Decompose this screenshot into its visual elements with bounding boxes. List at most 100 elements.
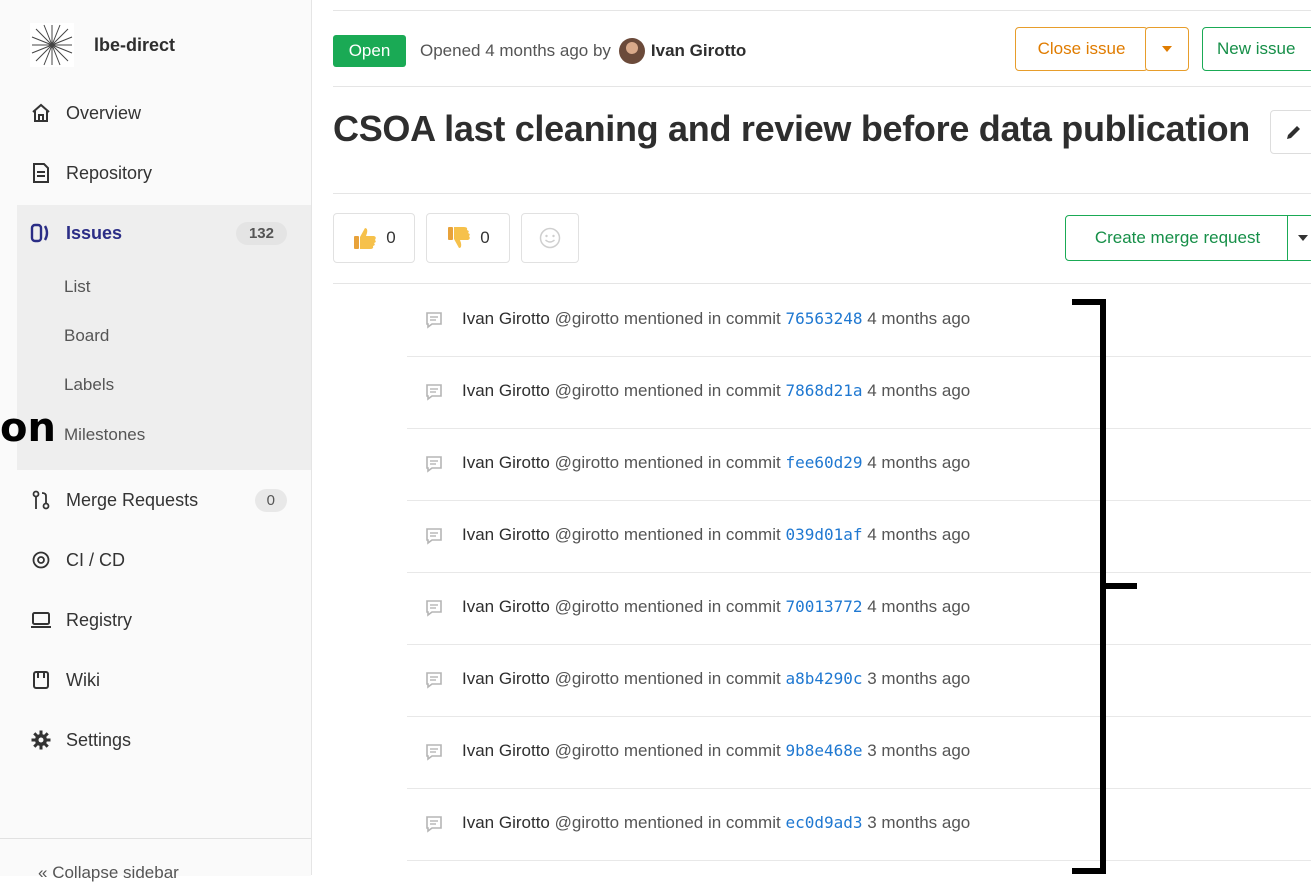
annotation-bracket: [1072, 299, 1137, 874]
project-avatar-icon: [30, 23, 74, 67]
sidebar-subitem-list[interactable]: List: [64, 277, 90, 297]
note-action: mentioned in commit: [623, 741, 781, 760]
add-reaction-button[interactable]: [521, 213, 579, 263]
note-text: Ivan Girotto @girotto mentioned in commi…: [462, 741, 970, 761]
commit-link[interactable]: a8b4290c: [785, 669, 862, 688]
note-author-link[interactable]: Ivan Girotto: [462, 669, 550, 688]
author-name-link[interactable]: Ivan Girotto: [651, 41, 746, 61]
commit-link[interactable]: 76563248: [785, 309, 862, 328]
collapse-sidebar-text: Collapse sidebar: [52, 863, 179, 882]
gear-icon: [30, 729, 52, 751]
opened-info: Opened 4 months ago by Ivan Girotto: [420, 38, 746, 64]
note-author-link[interactable]: Ivan Girotto: [462, 453, 550, 472]
note-text: Ivan Girotto @girotto mentioned in commi…: [462, 309, 970, 329]
note-item: Ivan Girotto @girotto mentioned in commi…: [407, 788, 1311, 861]
sidebar-item-registry[interactable]: Registry: [0, 592, 311, 648]
sidebar-item-label: Wiki: [66, 669, 100, 690]
top-divider: [333, 10, 1311, 11]
note-text: Ivan Girotto @girotto mentioned in commi…: [462, 525, 970, 545]
commit-link[interactable]: fee60d29: [785, 453, 862, 472]
collapse-sidebar-button[interactable]: « Collapse sidebar: [0, 838, 311, 882]
create-merge-request-button[interactable]: Create merge request: [1065, 215, 1290, 261]
project-name[interactable]: lbe-direct: [94, 35, 175, 56]
sidebar-item-label: Issues: [66, 222, 123, 243]
sidebar-item-repository[interactable]: Repository: [0, 145, 311, 201]
close-issue-dropdown-button[interactable]: [1145, 27, 1189, 71]
sidebar-item-label: Merge Requests: [66, 489, 199, 510]
pencil-icon: [1287, 126, 1300, 139]
comment-icon: [426, 456, 442, 473]
thumbs-up-award-button[interactable]: 0: [333, 213, 415, 263]
comment-icon: [426, 384, 442, 401]
comment-icon: [426, 528, 442, 545]
sidebar-item-ci-cd[interactable]: CI / CD: [0, 532, 311, 588]
note-author-link[interactable]: Ivan Girotto: [462, 381, 550, 400]
sidebar-item-settings[interactable]: Settings: [0, 712, 311, 768]
note-action: mentioned in commit: [623, 309, 781, 328]
note-time: 4 months ago: [867, 597, 971, 616]
sidebar-subitem-board[interactable]: Board: [64, 326, 109, 346]
note-author-handle[interactable]: @girotto: [555, 453, 620, 472]
note-author-link[interactable]: Ivan Girotto: [462, 741, 550, 760]
note-author-handle[interactable]: @girotto: [555, 813, 620, 832]
comment-icon: [426, 816, 442, 833]
note-item: Ivan Girotto @girotto mentioned in commi…: [407, 284, 1311, 357]
commit-link[interactable]: 7868d21a: [785, 381, 862, 400]
note-time: 4 months ago: [867, 453, 971, 472]
sidebar-item-issues[interactable]: Issues 132: [0, 205, 311, 261]
sidebar-item-label: Registry: [66, 609, 133, 630]
book-icon: [30, 669, 52, 691]
sidebar-item-overview[interactable]: Overview: [0, 85, 311, 141]
note-item: Ivan Girotto @girotto mentioned in commi…: [407, 428, 1311, 501]
note-action: mentioned in commit: [623, 669, 781, 688]
sidebar-item-label: CI / CD: [66, 549, 126, 570]
project-header[interactable]: lbe-direct: [30, 20, 175, 70]
note-action: mentioned in commit: [623, 525, 781, 544]
edit-title-button[interactable]: [1270, 110, 1311, 154]
comment-icon: [426, 600, 442, 617]
issue-title: CSOA last cleaning and review before dat…: [333, 108, 1250, 149]
sidebar-subitem-labels[interactable]: Labels: [64, 375, 114, 395]
caret-down-icon: [1298, 235, 1308, 241]
comment-icon: [426, 312, 442, 329]
sidebar-item-merge-requests[interactable]: Merge Requests 0: [0, 472, 311, 528]
status-badge: Open: [333, 35, 406, 67]
note-text: Ivan Girotto @girotto mentioned in commi…: [462, 381, 970, 401]
note-text: Ivan Girotto @girotto mentioned in commi…: [462, 597, 970, 617]
note-item: Ivan Girotto @girotto mentioned in commi…: [407, 356, 1311, 429]
thumbs-up-count: 0: [386, 228, 396, 247]
note-author-handle[interactable]: @girotto: [555, 381, 620, 400]
close-issue-button[interactable]: Close issue: [1015, 27, 1148, 71]
merge-request-icon: [30, 489, 52, 511]
note-author-handle[interactable]: @girotto: [555, 741, 620, 760]
commit-link[interactable]: 70013772: [785, 597, 862, 616]
note-text: Ivan Girotto @girotto mentioned in commi…: [462, 813, 970, 833]
rocket-icon: [30, 549, 52, 571]
commit-link[interactable]: 039d01af: [785, 525, 862, 544]
note-author-link[interactable]: Ivan Girotto: [462, 813, 550, 832]
sidebar-item-label: Overview: [66, 102, 142, 123]
sidebar-subitem-milestones[interactable]: Milestones: [64, 425, 145, 445]
note-time: 3 months ago: [867, 741, 971, 760]
note-item: Ivan Girotto @girotto mentioned in commi…: [407, 644, 1311, 717]
note-author-link[interactable]: Ivan Girotto: [462, 597, 550, 616]
thumbs-down-icon: [448, 227, 471, 248]
note-author-link[interactable]: Ivan Girotto: [462, 309, 550, 328]
note-author-handle[interactable]: @girotto: [555, 309, 620, 328]
thumbs-up-icon: [354, 228, 377, 249]
author-avatar[interactable]: [618, 38, 645, 64]
merge-request-dropdown-button[interactable]: [1287, 215, 1311, 261]
note-time: 4 months ago: [867, 381, 971, 400]
note-author-handle[interactable]: @girotto: [555, 525, 620, 544]
thumbs-down-award-button[interactable]: 0: [426, 213, 510, 263]
sidebar-item-wiki[interactable]: Wiki: [0, 652, 311, 708]
note-author-handle[interactable]: @girotto: [555, 669, 620, 688]
new-issue-button[interactable]: New issue: [1202, 27, 1311, 71]
caret-down-icon: [1162, 46, 1172, 52]
commit-link[interactable]: ec0d9ad3: [785, 813, 862, 832]
note-action: mentioned in commit: [623, 597, 781, 616]
note-author-link[interactable]: Ivan Girotto: [462, 525, 550, 544]
issues-icon: [30, 222, 52, 244]
note-author-handle[interactable]: @girotto: [555, 597, 620, 616]
commit-link[interactable]: 9b8e468e: [785, 741, 862, 760]
